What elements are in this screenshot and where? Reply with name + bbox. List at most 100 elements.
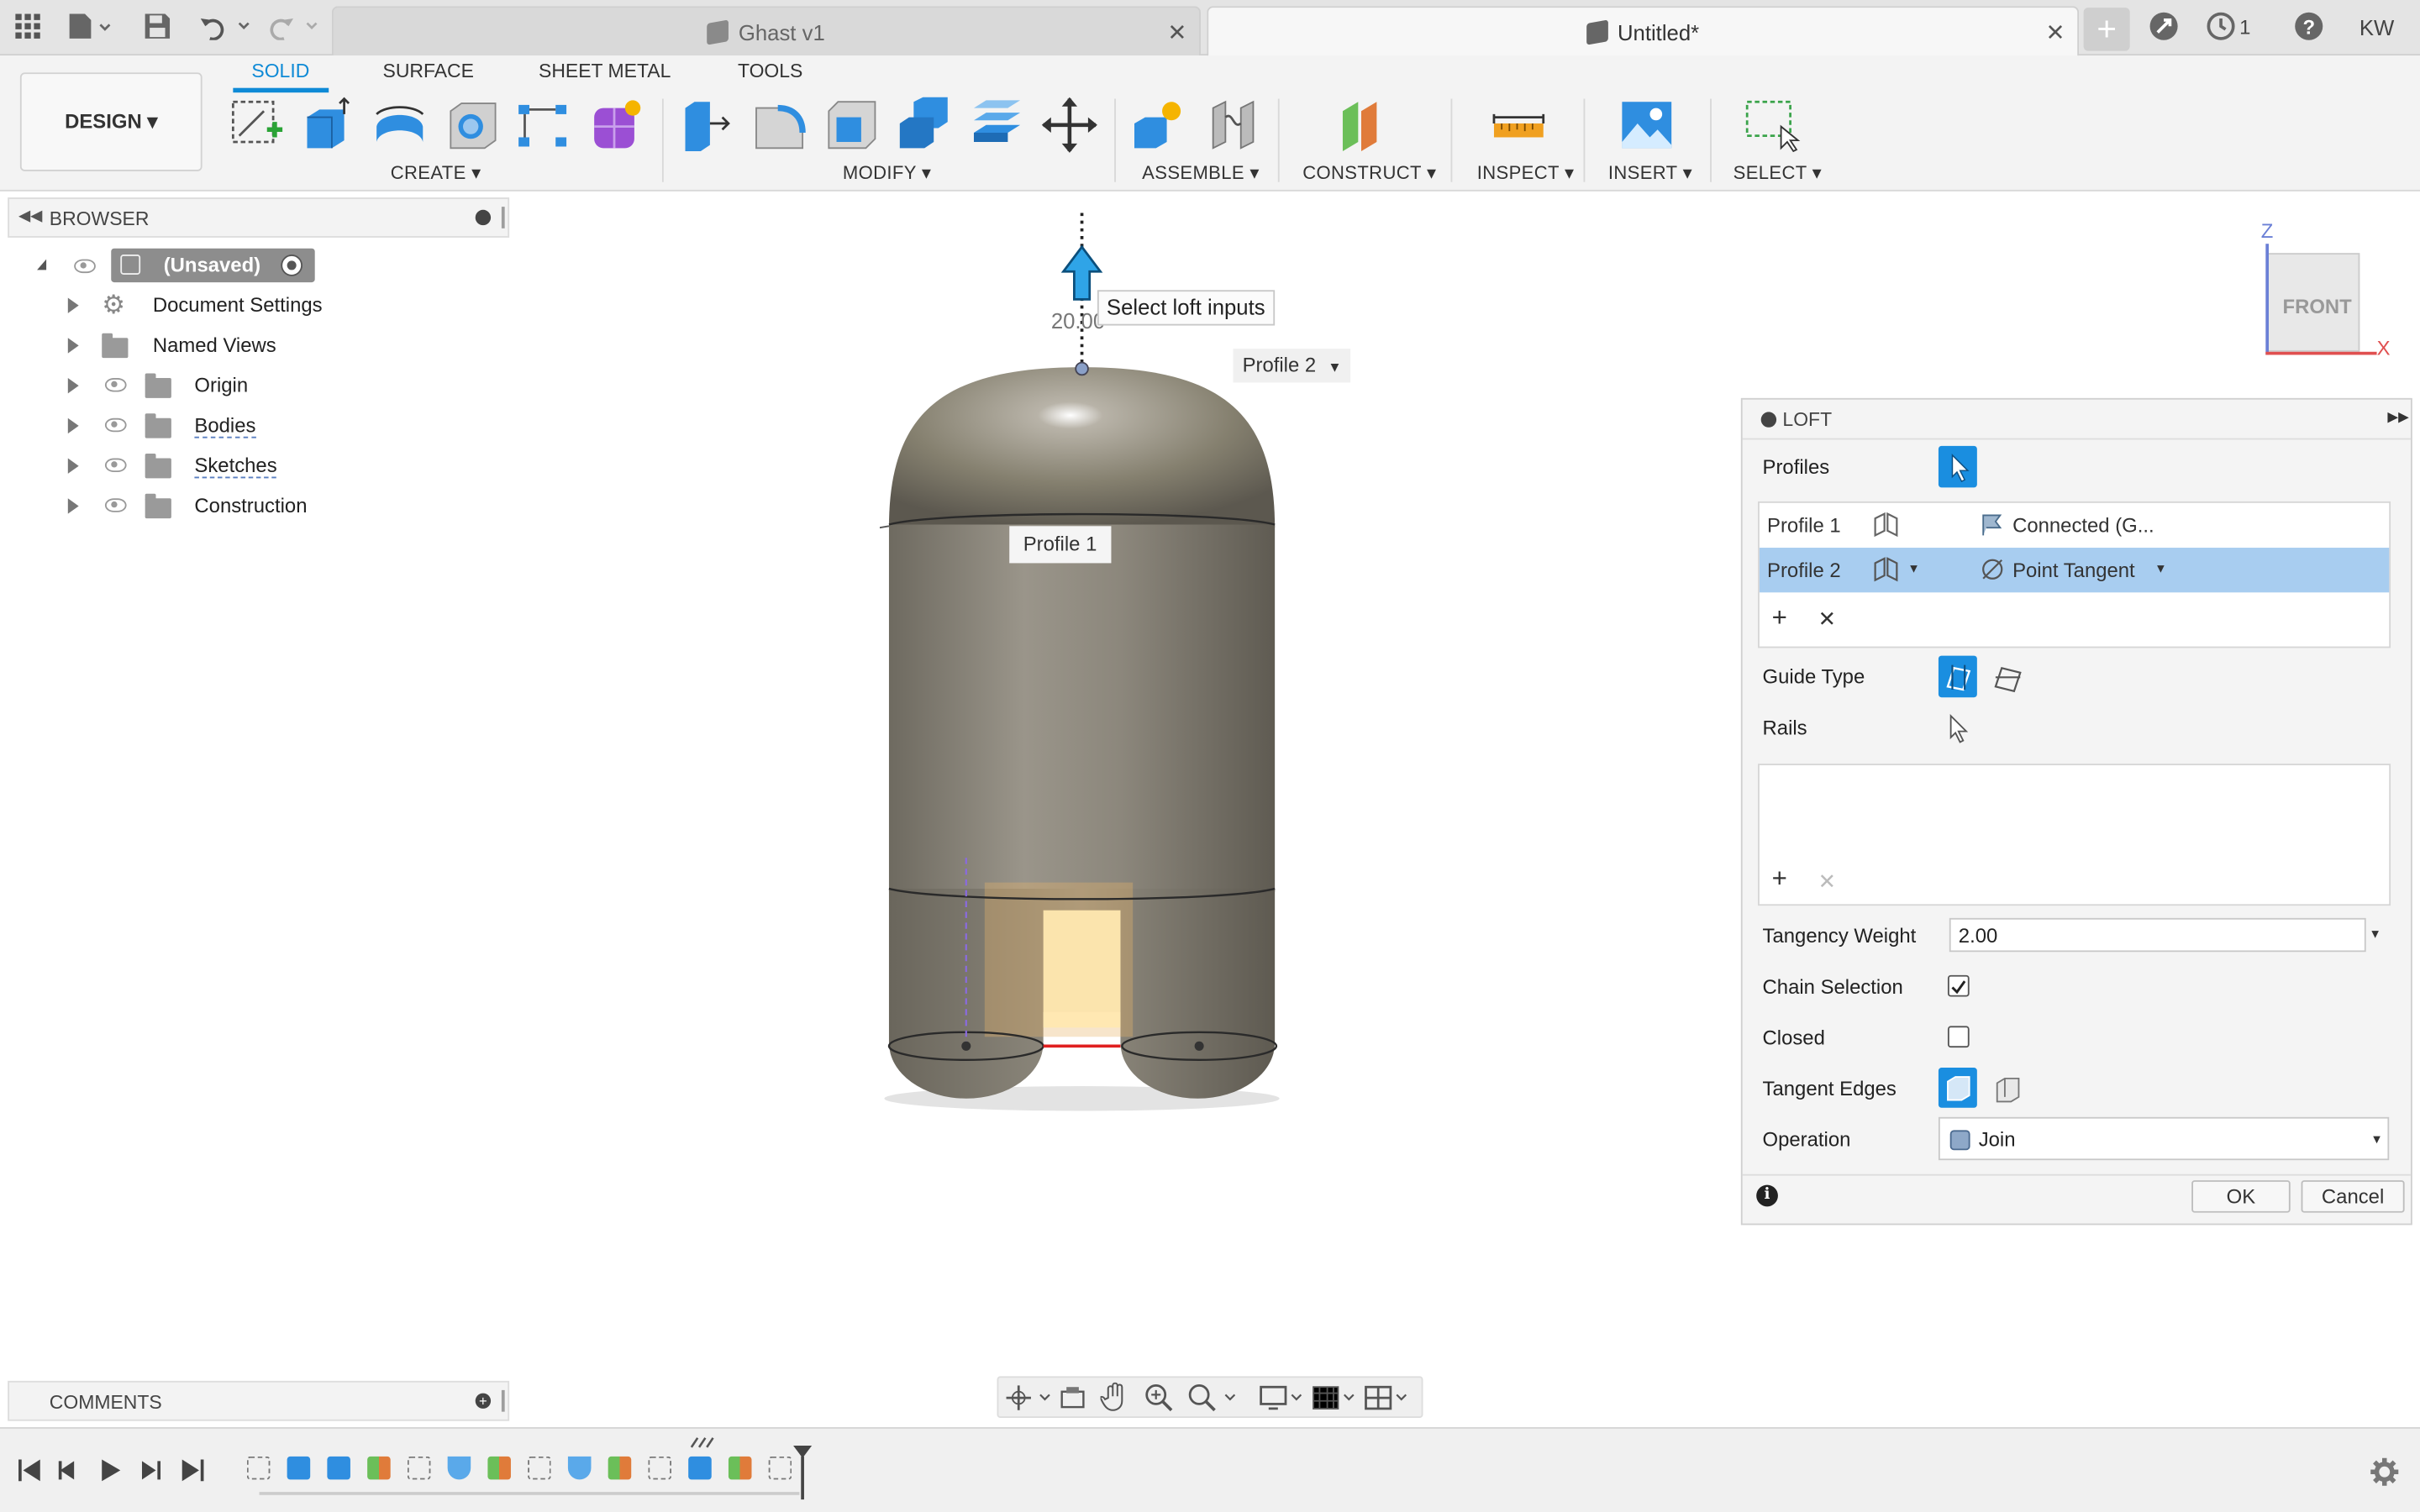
timeline-settings-gear-icon[interactable] (2369, 1457, 2400, 1488)
profiles-select-button[interactable] (1938, 445, 1977, 488)
comments-panel-header[interactable]: COMMENTS + (8, 1380, 510, 1421)
new-tab-button[interactable]: + (2083, 8, 2130, 51)
browser-item-origin[interactable]: Origin (61, 369, 277, 402)
connected-flag-icon[interactable] (1979, 511, 2007, 538)
viewports-icon[interactable] (1363, 1384, 1415, 1412)
redo-icon[interactable] (267, 13, 319, 48)
profile-row-1[interactable]: Profile 1 Connected (G... (1760, 503, 2389, 546)
offset-plane-icon[interactable] (1337, 96, 1396, 155)
visibility-eye-icon[interactable] (104, 458, 127, 473)
timeline-loft-feature-icon[interactable] (447, 1456, 471, 1480)
hole-icon[interactable] (443, 96, 502, 155)
step-forward-icon[interactable] (136, 1453, 167, 1487)
tab-sheet-metal[interactable]: SHEET METAL (539, 60, 671, 82)
remove-profile-icon[interactable]: ✕ (1818, 606, 1837, 633)
add-rail-icon[interactable]: + (1772, 864, 1787, 895)
minimize-dialog-icon[interactable] (1760, 412, 1777, 428)
timeline-sketch-feature-icon[interactable] (528, 1456, 551, 1480)
expand-arrow-icon[interactable] (67, 297, 79, 313)
browser-item-document-settings[interactable]: ⚙ Document Settings (61, 288, 339, 322)
pan-hand-icon[interactable] (1100, 1382, 1128, 1414)
create-form-icon[interactable] (587, 96, 645, 155)
expand-arrow-icon[interactable] (67, 377, 79, 394)
construct-menu[interactable]: CONSTRUCT ▾ (1302, 162, 1436, 184)
help-icon[interactable]: ? (2293, 11, 2324, 50)
browser-root-unsaved[interactable]: (Unsaved) (31, 248, 324, 283)
select-window-icon[interactable] (1743, 96, 1802, 155)
tangency-weight-input[interactable]: 2.00 (1949, 917, 2366, 953)
extrude-icon[interactable] (297, 96, 356, 155)
user-avatar[interactable]: KW (2352, 5, 2402, 51)
create-menu[interactable]: CREATE ▾ (391, 162, 481, 184)
tab-tools[interactable]: TOOLS (738, 60, 802, 82)
tab-solid[interactable]: SOLID (233, 60, 328, 93)
select-menu[interactable]: SELECT ▾ (1733, 162, 1822, 184)
save-icon[interactable] (144, 13, 171, 48)
collapse-arrow-icon[interactable] (37, 259, 47, 270)
shell-icon[interactable] (823, 96, 881, 155)
expand-arrow-icon[interactable] (67, 338, 79, 354)
timeline-plane-feature-icon[interactable] (367, 1456, 391, 1480)
close-tab-icon[interactable]: ✕ (2045, 18, 2065, 46)
browser-minimize-icon[interactable] (475, 209, 492, 226)
zoom-icon[interactable] (1144, 1383, 1175, 1414)
remove-rail-icon[interactable]: ✕ (1818, 869, 1837, 895)
joint-icon[interactable] (1204, 96, 1263, 155)
pattern-icon[interactable] (514, 96, 573, 155)
expand-arrow-icon[interactable] (67, 417, 79, 434)
ok-button[interactable]: OK (2191, 1180, 2291, 1213)
timeline-sketch-feature-icon[interactable] (407, 1456, 431, 1480)
app-grid-icon[interactable] (14, 13, 42, 48)
fit-zoom-window-icon[interactable] (1186, 1383, 1239, 1414)
extensions-icon[interactable] (2149, 11, 2180, 50)
go-to-end-icon[interactable] (179, 1453, 210, 1487)
timeline-extrude-feature-icon[interactable] (688, 1456, 712, 1480)
collapse-browser-icon[interactable]: ◀◀ (18, 208, 42, 225)
timeline-plane-feature-icon[interactable] (487, 1456, 511, 1480)
expand-dialog-icon[interactable]: ▶▶ (2387, 409, 2408, 426)
visibility-eye-icon[interactable] (104, 498, 127, 512)
tangent-edges-merge-button[interactable] (1938, 1068, 1977, 1108)
timeline-sketch-feature-icon[interactable] (768, 1456, 792, 1480)
profile-type-icon[interactable] (1870, 512, 1902, 538)
add-comment-icon[interactable]: + (475, 1393, 492, 1409)
file-menu-icon[interactable] (68, 13, 111, 48)
look-at-icon[interactable] (1059, 1384, 1086, 1412)
chevron-down-icon[interactable]: ▼ (2154, 562, 2167, 576)
visibility-eye-icon[interactable] (104, 417, 127, 433)
cancel-button[interactable]: Cancel (2301, 1180, 2405, 1213)
timeline-plane-feature-icon[interactable] (608, 1456, 632, 1480)
timeline-sketch-feature-icon[interactable] (648, 1456, 671, 1480)
timeline-loft-feature-icon[interactable] (567, 1456, 592, 1480)
timeline-marker-icon[interactable] (792, 1444, 813, 1500)
undo-icon[interactable] (199, 13, 251, 48)
expand-arrow-icon[interactable] (67, 498, 79, 514)
tab-ghast-v1[interactable]: Ghast v1 ✕ (331, 6, 1201, 56)
add-profile-icon[interactable]: + (1772, 603, 1787, 634)
step-back-icon[interactable] (55, 1453, 87, 1487)
browser-item-construction[interactable]: Construction (61, 489, 324, 522)
centerline-icon[interactable] (1991, 662, 2024, 693)
revolve-icon[interactable] (371, 96, 429, 155)
close-tab-icon[interactable]: ✕ (1167, 18, 1186, 46)
chevron-down-icon[interactable]: ▼ (1907, 562, 1920, 576)
chain-selection-checkbox[interactable] (1947, 974, 1970, 997)
measure-icon[interactable] (1489, 96, 1548, 155)
keep-edges-icon[interactable] (1991, 1074, 2024, 1105)
profile-type-icon[interactable] (1870, 557, 1902, 582)
modify-menu[interactable]: MODIFY ▾ (843, 162, 931, 184)
panel-pin-icon[interactable] (501, 1389, 505, 1412)
insert-image-icon[interactable] (1618, 96, 1676, 155)
guide-type-rails-button[interactable] (1938, 655, 1977, 698)
closed-checkbox[interactable] (1947, 1026, 1970, 1048)
expand-arrow-icon[interactable] (67, 458, 79, 474)
chevron-down-icon[interactable]: ▼ (2369, 927, 2381, 942)
tab-surface[interactable]: SURFACE (383, 60, 474, 82)
press-pull-icon[interactable] (677, 96, 736, 155)
offset-face-icon[interactable] (968, 96, 1027, 155)
workspace-switcher-button[interactable]: DESIGN ▾ (19, 72, 203, 171)
visibility-eye-icon[interactable] (74, 259, 96, 274)
browser-item-named-views[interactable]: Named Views (61, 328, 293, 362)
timeline-plane-feature-icon[interactable] (728, 1456, 752, 1480)
play-icon[interactable] (96, 1453, 127, 1487)
